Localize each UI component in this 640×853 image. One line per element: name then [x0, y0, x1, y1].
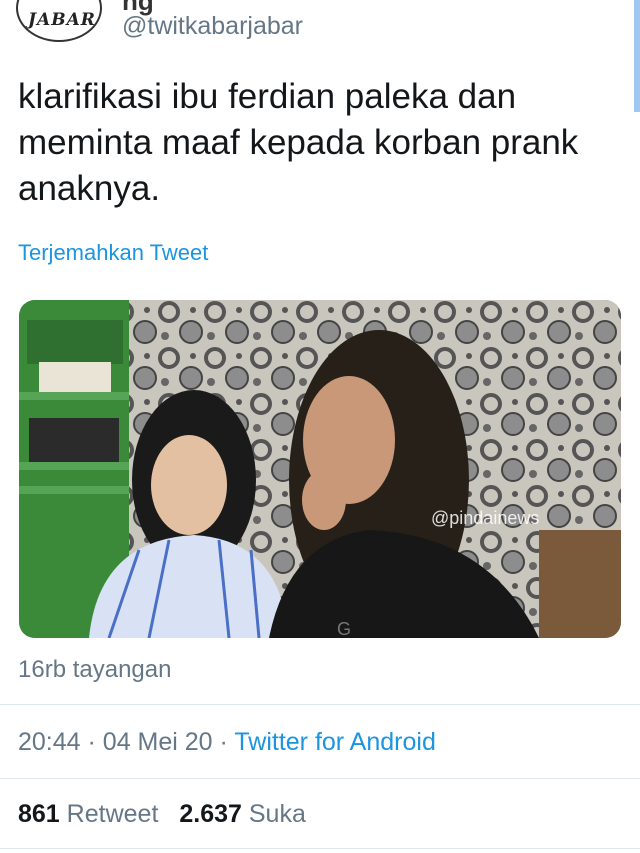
wooden-furniture	[539, 530, 621, 638]
translate-tweet-link[interactable]: Terjemahkan Tweet	[18, 240, 208, 266]
meta-separator: ·	[219, 728, 228, 756]
tweet-meta: 20:44 · 04 Mei 20 · Twitter for Android	[18, 728, 436, 757]
tweet-source-link[interactable]: Twitter for Android	[234, 728, 435, 756]
divider	[0, 778, 640, 779]
user-handle[interactable]: @twitkabarjabar	[122, 12, 303, 41]
meta-separator: ·	[87, 728, 96, 756]
tweet-date: 04 Mei 20	[102, 728, 213, 756]
profile-avatar[interactable]: JABAR	[16, 0, 102, 42]
tweet-stats: 861 Retweet 2.637 Suka	[18, 800, 306, 829]
retweet-label: Retweet	[66, 800, 159, 828]
video-watermark: @pindainews	[431, 508, 539, 528]
avatar-logo-text: JABAR	[28, 10, 96, 30]
retweets-stat[interactable]: 861 Retweet	[18, 800, 158, 828]
divider	[0, 704, 640, 705]
tweet-time: 20:44	[18, 728, 81, 756]
divider	[0, 848, 640, 849]
video-frame: G @pindainews	[19, 300, 621, 638]
likes-stat[interactable]: 2.637 Suka	[179, 800, 306, 828]
tweet-video[interactable]: G @pindainews	[19, 300, 621, 638]
tweet-text: klarifikasi ibu ferdian paleka dan memin…	[18, 77, 579, 208]
shirt-print: G	[337, 619, 351, 638]
scroll-indicator	[634, 0, 640, 112]
retweet-count: 861	[18, 800, 60, 828]
view-count: 16rb tayangan	[18, 656, 172, 683]
like-count: 2.637	[179, 800, 242, 828]
like-label: Suka	[248, 800, 306, 828]
